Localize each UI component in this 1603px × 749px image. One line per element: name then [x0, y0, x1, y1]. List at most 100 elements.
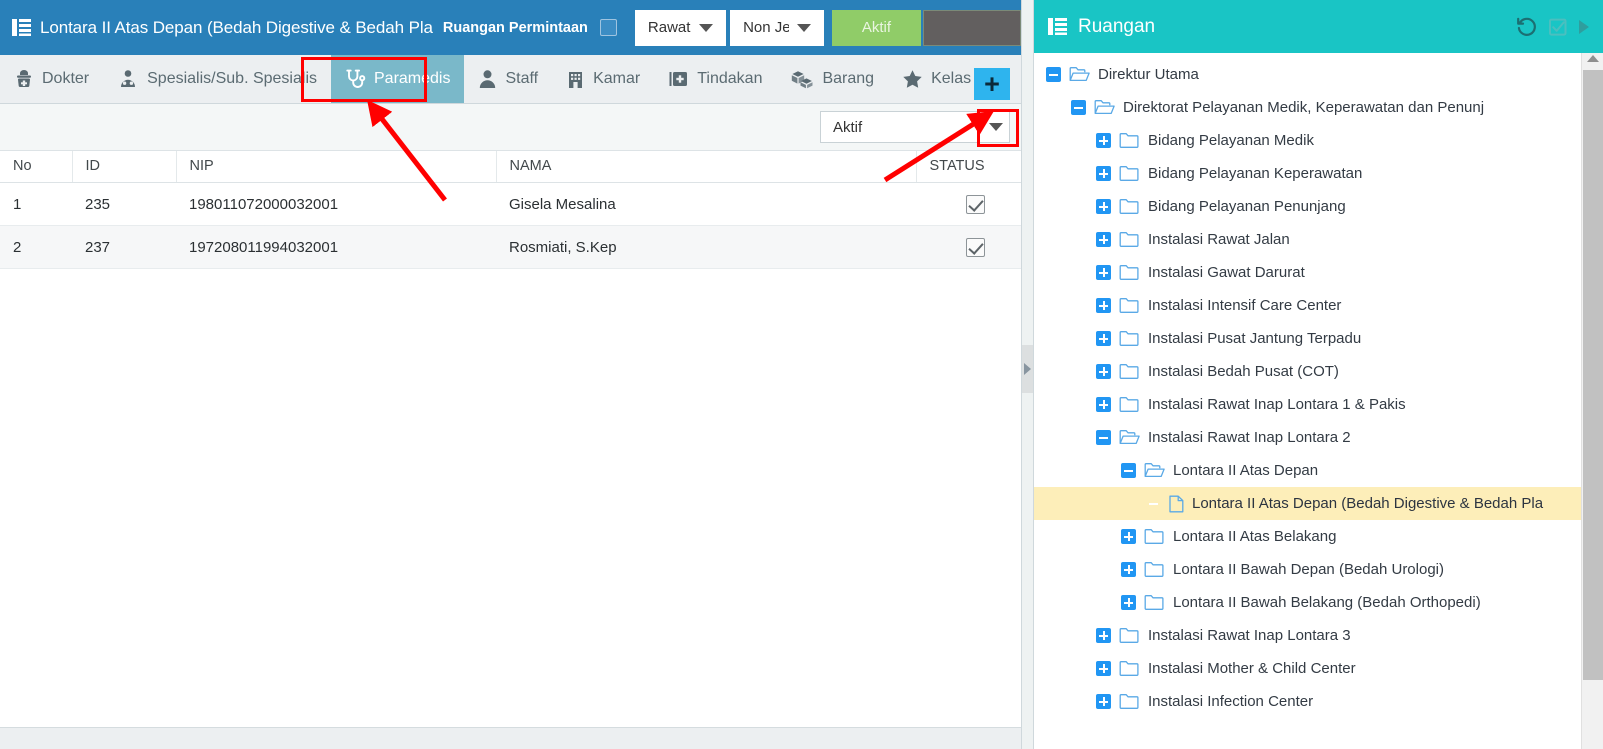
column-header-id[interactable]: ID — [72, 151, 177, 183]
tree-item[interactable]: Instalasi Rawat Inap Lontara 1 & Pakis — [1034, 388, 1603, 421]
ruangan-permintaan-checkbox[interactable] — [599, 19, 617, 36]
tree-item-label: Direktur Utama — [1098, 66, 1199, 83]
panel-splitter[interactable] — [1022, 0, 1034, 749]
collapse-icon[interactable] — [1121, 463, 1136, 478]
status-filter-select[interactable]: Aktif — [820, 111, 1010, 143]
tree-item[interactable]: Instalasi Mother & Child Center — [1034, 652, 1603, 685]
expand-icon[interactable] — [1096, 265, 1111, 280]
tree-item[interactable]: Instalasi Gawat Darurat — [1034, 256, 1603, 289]
cell-nama: Gisela Mesalina — [496, 182, 916, 226]
column-header-no[interactable]: No — [0, 151, 73, 183]
tab-tindakan[interactable]: Tindakan — [654, 55, 776, 103]
tree-item[interactable]: Lontara II Bawah Belakang (Bedah Orthope… — [1034, 586, 1603, 619]
column-header-nip[interactable]: NIP — [176, 151, 497, 183]
expand-icon[interactable] — [1096, 232, 1111, 247]
tree-item[interactable]: Instalasi Intensif Care Center — [1034, 289, 1603, 322]
tree-item-label: Instalasi Rawat Inap Lontara 3 — [1148, 627, 1351, 644]
tree-item[interactable]: Bidang Pelayanan Penunjang — [1034, 190, 1603, 223]
collapse-icon[interactable] — [1046, 67, 1061, 82]
scrollbar-thumb[interactable] — [1583, 70, 1603, 680]
tree-item[interactable]: Instalasi Pusat Jantung Terpadu — [1034, 322, 1603, 355]
tree-item[interactable]: Lontara II Atas Depan — [1034, 454, 1603, 487]
expand-icon[interactable] — [1096, 628, 1111, 643]
expand-icon[interactable] — [1096, 694, 1111, 709]
tree-item[interactable]: Lontara II Atas Belakang — [1034, 520, 1603, 553]
expand-icon[interactable] — [1121, 595, 1136, 610]
expand-icon[interactable] — [1096, 166, 1111, 181]
tab-kamar[interactable]: Kamar — [552, 55, 654, 103]
expand-icon[interactable] — [1096, 199, 1111, 214]
tree-item[interactable]: Instalasi Rawat Inap Lontara 2 — [1034, 421, 1603, 454]
folder-icon — [1119, 627, 1140, 644]
table-row[interactable]: 2 237 197208011994032001 Rosmiati, S.Kep — [0, 225, 1021, 269]
tree-item-label: Instalasi Pusat Jantung Terpadu — [1148, 330, 1362, 347]
cell-id: 237 — [72, 225, 176, 269]
building-icon — [566, 69, 585, 89]
chevron-right-icon — [1024, 363, 1031, 375]
expand-icon[interactable] — [1121, 529, 1136, 544]
chevron-down-icon — [796, 23, 811, 32]
jenis-select-value: Non Je — [743, 19, 789, 36]
folder-open-icon — [1144, 462, 1165, 479]
tab-label: Tindakan — [697, 70, 763, 87]
tree-item-label: Bidang Pelayanan Keperawatan — [1148, 165, 1363, 182]
tree-item[interactable]: Direktur Utama — [1034, 58, 1603, 91]
cell-nama: Rosmiati, S.Kep — [496, 225, 916, 269]
folder-icon — [1144, 561, 1165, 578]
tree-item[interactable]: Bidang Pelayanan Keperawatan — [1034, 157, 1603, 190]
tab-dokter[interactable]: Dokter — [0, 55, 103, 103]
scroll-up-arrow-icon[interactable] — [1586, 55, 1599, 62]
expand-icon[interactable] — [1096, 133, 1111, 148]
checkbox-icon[interactable] — [1548, 17, 1568, 37]
collapse-icon[interactable] — [1071, 100, 1086, 115]
expand-icon[interactable] — [1096, 364, 1111, 379]
play-arrow-icon[interactable] — [1579, 19, 1589, 34]
tab-paramedis[interactable]: Paramedis — [331, 55, 465, 103]
tree-item[interactable]: Instalasi Infection Center — [1034, 685, 1603, 718]
folder-icon — [1119, 264, 1140, 281]
tree-item-selected[interactable]: Lontara II Atas Depan (Bedah Digestive &… — [1034, 487, 1603, 520]
status-checkbox-checked[interactable] — [966, 194, 985, 214]
expand-icon[interactable] — [1096, 397, 1111, 412]
rawat-select[interactable]: Rawat — [634, 9, 727, 46]
history-icon[interactable] — [1516, 16, 1537, 37]
specialist-icon — [117, 69, 139, 89]
column-header-status[interactable]: STATUS — [916, 151, 1021, 183]
expand-icon[interactable] — [1121, 562, 1136, 577]
status-checkbox-checked[interactable] — [966, 237, 985, 257]
blank-button[interactable] — [922, 9, 1021, 46]
ruangan-header-actions — [1516, 16, 1589, 37]
left-title-bar: Lontara II Atas Depan (Bedah Digestive &… — [0, 0, 1021, 55]
tree-item-label: Bidang Pelayanan Medik — [1148, 132, 1314, 149]
tree-item[interactable]: Lontara II Bawah Depan (Bedah Urologi) — [1034, 553, 1603, 586]
collapse-icon[interactable] — [1096, 430, 1111, 445]
expand-icon[interactable] — [1096, 331, 1111, 346]
tree-item[interactable]: Instalasi Rawat Jalan — [1034, 223, 1603, 256]
tree-scrollbar[interactable] — [1581, 53, 1603, 749]
tree-item-label: Lontara II Bawah Belakang (Bedah Orthope… — [1173, 594, 1481, 611]
person-icon — [478, 69, 497, 89]
tree-item[interactable]: Direktorat Pelayanan Medik, Keperawatan … — [1034, 91, 1603, 124]
add-button[interactable]: + — [974, 68, 1010, 100]
jenis-select[interactable]: Non Je — [730, 9, 824, 46]
column-header-nama[interactable]: NAMA — [496, 151, 917, 183]
document-icon — [1169, 495, 1184, 513]
tab-kelas[interactable]: Kelas — [888, 55, 985, 103]
tab-staff[interactable]: Staff — [464, 55, 552, 103]
aktif-button[interactable]: Aktif — [831, 9, 921, 46]
tab-barang[interactable]: Barang — [776, 55, 888, 103]
tree-item[interactable]: Bidang Pelayanan Medik — [1034, 124, 1603, 157]
page-title: Lontara II Atas Depan (Bedah Digestive &… — [40, 17, 433, 37]
table-row[interactable]: 1 235 198011072000032001 Gisela Mesalina — [0, 182, 1021, 226]
tab-spesialis[interactable]: Spesialis/Sub. Spesialis — [103, 55, 331, 103]
expand-icon[interactable] — [1096, 661, 1111, 676]
splitter-handle[interactable] — [1022, 345, 1033, 393]
tab-label: Dokter — [42, 70, 90, 87]
expand-icon[interactable] — [1096, 298, 1111, 313]
tree-item[interactable]: Instalasi Rawat Inap Lontara 3 — [1034, 619, 1603, 652]
filter-row: + Aktif — [0, 68, 1021, 151]
stethoscope-icon — [345, 69, 366, 89]
folder-icon — [1119, 660, 1140, 677]
tree-item-label: Bidang Pelayanan Penunjang — [1148, 198, 1346, 215]
tree-item[interactable]: Instalasi Bedah Pusat (COT) — [1034, 355, 1603, 388]
